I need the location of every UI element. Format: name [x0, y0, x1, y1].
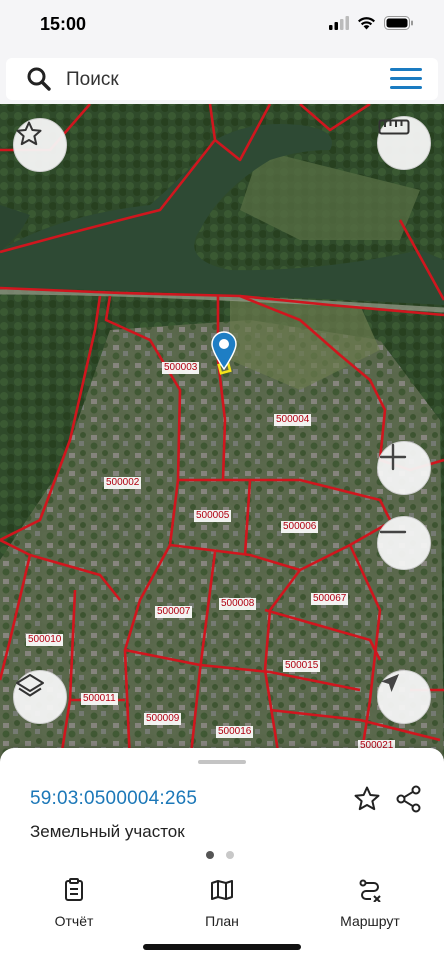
- parcel-label[interactable]: 500010: [26, 634, 64, 646]
- measure-button[interactable]: [377, 116, 431, 170]
- parcel-label[interactable]: 500004: [274, 414, 312, 426]
- zoom-out-button[interactable]: [377, 516, 431, 570]
- battery-icon: [384, 16, 413, 30]
- tab-label: Маршрут: [340, 913, 400, 929]
- cellular-signal-icon: [329, 16, 349, 30]
- zoom-in-button[interactable]: [377, 441, 431, 495]
- satellite-imagery: [0, 104, 444, 764]
- page-dot-active: [206, 851, 214, 859]
- search-input[interactable]: Поиск: [66, 69, 119, 91]
- tab-route[interactable]: Маршрут: [310, 878, 430, 929]
- sheet-drag-handle[interactable]: [198, 760, 246, 764]
- tab-label: План: [205, 913, 239, 929]
- menu-icon: [390, 68, 422, 71]
- parcel-label[interactable]: 500003: [162, 362, 200, 374]
- parcel-label[interactable]: 500005: [194, 510, 232, 522]
- route-icon: [359, 879, 381, 903]
- layers-icon: [16, 674, 44, 697]
- tab-plan[interactable]: План: [162, 878, 282, 929]
- ruler-icon: [378, 119, 410, 135]
- search-area: Поиск: [0, 52, 444, 104]
- menu-button[interactable]: [390, 68, 422, 90]
- share-icon[interactable]: [394, 784, 424, 814]
- parcel-label[interactable]: 500016: [216, 726, 254, 738]
- status-icons: [329, 16, 414, 30]
- parcel-label[interactable]: 500002: [104, 477, 142, 489]
- wifi-icon: [358, 17, 375, 30]
- favorites-button[interactable]: [13, 118, 67, 172]
- object-info-sheet[interactable]: 59:03:0500004:265 Земельный участок: [0, 748, 444, 872]
- parcel-label[interactable]: 500011: [81, 693, 118, 705]
- status-time: 15:00: [40, 14, 87, 34]
- page-dot: [226, 851, 234, 859]
- navigation-arrow-icon: [381, 674, 399, 692]
- parcel-label[interactable]: 500067: [311, 593, 349, 605]
- star-icon[interactable]: [352, 784, 382, 814]
- report-icon: [65, 878, 83, 901]
- cadastral-number[interactable]: 59:03:0500004:265: [30, 788, 197, 810]
- page-indicator: [206, 851, 234, 859]
- location-pin-icon[interactable]: [210, 330, 238, 370]
- search-bar[interactable]: Поиск: [6, 58, 438, 100]
- home-indicator: [143, 944, 301, 950]
- search-icon: [27, 67, 51, 91]
- star-icon: [16, 121, 42, 146]
- my-location-button[interactable]: [377, 670, 431, 724]
- map-view[interactable]: 500003 500004 500002 500005 500006 50006…: [0, 104, 444, 764]
- parcel-label[interactable]: 500015: [283, 660, 321, 672]
- parcel-label[interactable]: 500007: [155, 606, 193, 618]
- parcel-label[interactable]: 500006: [281, 521, 319, 533]
- tab-report[interactable]: Отчёт: [14, 878, 134, 929]
- parcel-label[interactable]: 500009: [144, 713, 182, 725]
- parcel-label[interactable]: 500008: [219, 598, 257, 610]
- plus-icon: [379, 443, 407, 471]
- layers-button[interactable]: [13, 670, 67, 724]
- object-type: Земельный участок: [30, 822, 185, 841]
- tab-label: Отчёт: [54, 913, 94, 929]
- status-bar: 15:00: [0, 0, 444, 52]
- map-plan-icon: [211, 880, 233, 900]
- minus-icon: [379, 530, 407, 534]
